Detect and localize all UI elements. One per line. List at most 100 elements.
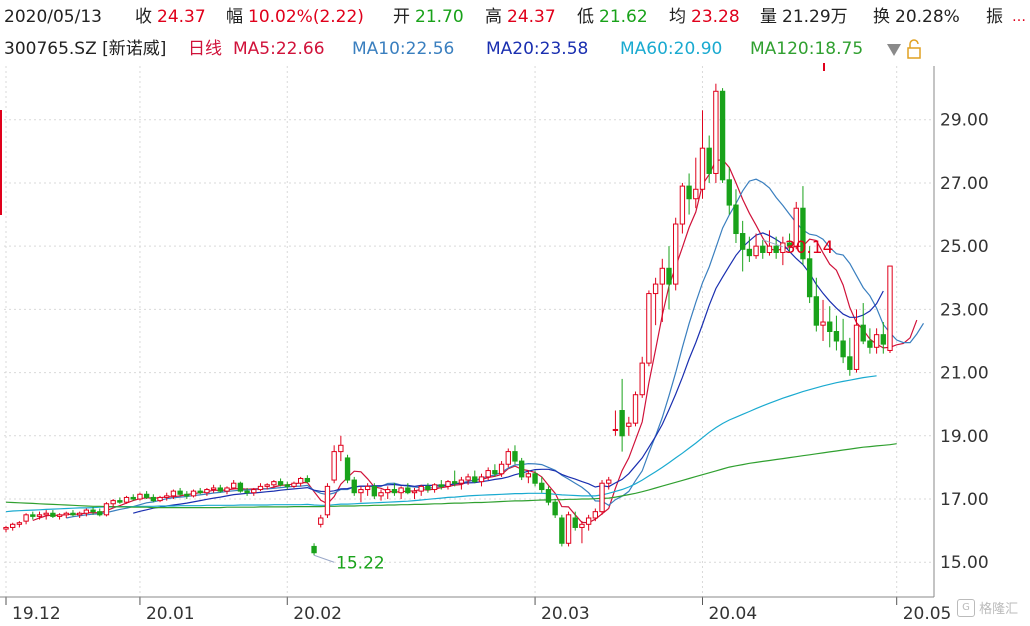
- candle-body: [833, 331, 840, 342]
- candle-body: [539, 482, 545, 491]
- candle-body: [565, 514, 572, 544]
- candle-body: [806, 258, 813, 298]
- candle-body: [331, 451, 337, 481]
- candle-body: [97, 511, 103, 516]
- candle-body: [251, 489, 257, 494]
- candle-body: [56, 514, 63, 517]
- candle-body: [652, 283, 659, 295]
- candle-body: [418, 485, 424, 492]
- candle-body: [117, 500, 123, 503]
- candle-body: [3, 526, 9, 530]
- moving-averages: [5, 158, 925, 524]
- candle-body: [485, 470, 491, 478]
- x-tick-label: 20.01: [146, 604, 195, 624]
- candle-body: [713, 90, 719, 174]
- candle-body: [164, 495, 170, 498]
- candle-body: [445, 481, 451, 487]
- candle-body: [190, 490, 197, 497]
- candle-body: [773, 245, 779, 253]
- candle-body: [36, 514, 43, 517]
- candle-body: [264, 484, 270, 487]
- annotation-high-label: 30.14: [785, 238, 834, 258]
- candle-body: [599, 482, 605, 513]
- candle-body: [197, 490, 203, 494]
- candle-body: [666, 267, 672, 285]
- candle-body: [391, 489, 398, 494]
- candle-body: [880, 334, 886, 345]
- candle-body: [297, 477, 304, 484]
- candle-body: [257, 485, 264, 491]
- candle-body: [271, 481, 277, 486]
- candle-body: [679, 185, 686, 225]
- candle-body: [137, 493, 143, 500]
- candle-body: [699, 147, 706, 190]
- candle-body: [150, 496, 157, 502]
- candle-body: [847, 356, 853, 370]
- candle-body: [452, 481, 458, 484]
- candle-body: [719, 90, 726, 181]
- ma-line-ma60: [5, 375, 877, 513]
- candle-body: [70, 512, 76, 516]
- candle-body: [177, 490, 183, 495]
- candle-body: [606, 479, 612, 484]
- candle-body: [371, 485, 378, 497]
- x-tick-label: 20.04: [708, 604, 757, 624]
- candle-body: [887, 265, 893, 351]
- candle-body: [63, 512, 69, 516]
- candle-body: [425, 485, 431, 491]
- candle-body: [411, 490, 418, 494]
- candle-body: [686, 185, 692, 200]
- candle-body: [626, 422, 632, 427]
- candle-body: [760, 245, 766, 253]
- y-tick-label: 23.00: [940, 300, 989, 320]
- axes: 29.00 27.00 25.00 23.00 21.00 19.00 17.00 15.00…: [0, 63, 989, 624]
- candle-body: [291, 482, 297, 487]
- candle-body: [385, 489, 391, 494]
- watermark-text: 格隆汇: [979, 602, 1019, 617]
- candle-body: [284, 484, 290, 487]
- candle-body: [512, 451, 518, 462]
- candle-body: [438, 484, 444, 487]
- candle-body: [860, 324, 866, 342]
- y-tick-label: 19.00: [940, 427, 989, 447]
- candle-body: [318, 517, 324, 525]
- candle-body: [739, 233, 746, 250]
- watermark-logo: G 格隆汇: [957, 598, 1018, 617]
- candle-body: [853, 324, 860, 370]
- candle-body: [103, 503, 110, 516]
- candle-body: [632, 394, 639, 424]
- candle-body: [612, 428, 619, 431]
- candle-body: [110, 500, 116, 505]
- candle-body: [351, 479, 357, 494]
- candle-body: [532, 473, 538, 484]
- y-tick-label: 15.00: [940, 553, 989, 573]
- red-tick-marker: [823, 63, 825, 71]
- candle-body: [478, 476, 485, 483]
- candle-body: [237, 482, 244, 492]
- x-tick-label: 20.02: [293, 604, 342, 624]
- candle-body: [733, 204, 739, 235]
- candle-body: [358, 489, 364, 494]
- y-tick-label: 25.00: [940, 237, 989, 257]
- candlestick-chart: 29.00 27.00 25.00 23.00 21.00 19.00 17.00 15.00…: [0, 63, 989, 624]
- candle-body: [867, 340, 873, 348]
- y-tick-label: 29.00: [940, 111, 989, 131]
- candle-body: [498, 463, 505, 475]
- candle-body: [572, 517, 578, 528]
- candle-body: [10, 523, 16, 528]
- candle-body: [157, 496, 163, 502]
- candle-body: [673, 223, 679, 285]
- candle-body: [231, 482, 237, 489]
- candle-body: [525, 473, 532, 478]
- candle-body: [706, 147, 712, 174]
- annotation-low-label: 15.22: [336, 553, 385, 573]
- candle-body: [76, 512, 83, 516]
- candle-body: [50, 512, 56, 517]
- candle-body: [123, 496, 130, 503]
- candle-body: [43, 512, 49, 516]
- candle-body: [204, 489, 210, 494]
- y-tick-label: 17.00: [940, 490, 989, 510]
- y-tick-label: 21.00: [940, 364, 989, 384]
- candle-body: [592, 511, 599, 519]
- candle-body: [398, 487, 404, 494]
